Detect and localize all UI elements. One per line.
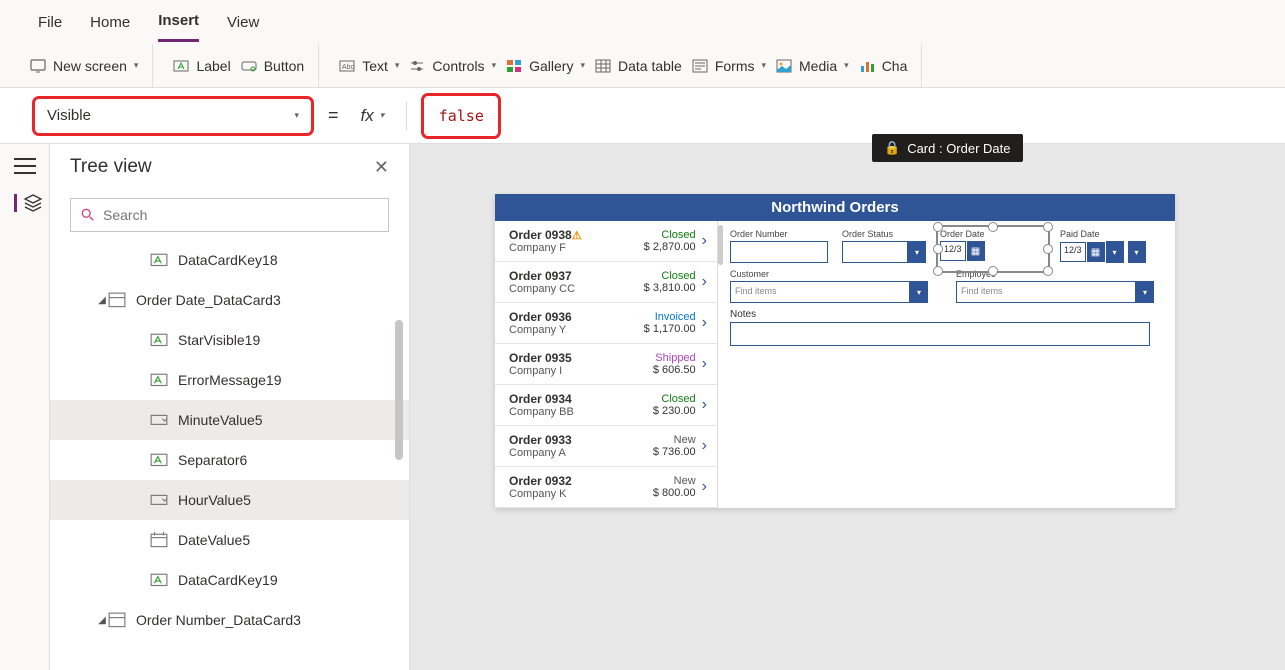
label-icon [173, 59, 189, 73]
card-icon [108, 612, 126, 628]
table-icon [595, 59, 611, 73]
scrollbar-thumb[interactable] [395, 320, 403, 460]
left-rail [0, 144, 50, 670]
text-icon [150, 452, 168, 468]
tree-item[interactable]: ◢Order Date_DataCard3 [50, 280, 409, 320]
fx-button[interactable]: fx▾ [353, 106, 393, 126]
menu-home[interactable]: Home [90, 4, 130, 41]
label-order-number: Order Number [730, 229, 828, 239]
charts-icon [859, 59, 875, 73]
tree-item[interactable]: DataCardKey19 [50, 560, 409, 600]
hamburger-icon[interactable] [14, 158, 36, 174]
gallery-icon [506, 59, 522, 73]
text-button[interactable]: Abc Text▾ [339, 58, 399, 74]
controls-button[interactable]: Controls▾ [409, 58, 496, 74]
tree-item[interactable]: DataCardKey18 [50, 240, 409, 280]
lock-icon: 🔒 [884, 140, 900, 156]
controls-icon [409, 59, 425, 73]
chevron-down-icon: ▾ [294, 110, 299, 121]
tree-item[interactable]: StarVisible19 [50, 320, 409, 360]
list-item[interactable]: Order 0935Company IShipped$ 606.50› [495, 344, 717, 385]
card-icon [108, 292, 126, 308]
tree-view-icon[interactable] [14, 194, 36, 212]
app-frame: Northwind Orders Order 0938⚠Company FClo… [495, 194, 1175, 508]
paid-date-value[interactable]: 12/3 [1060, 242, 1086, 262]
property-dropdown[interactable]: Visible ▾ [32, 96, 314, 136]
tree-item[interactable]: ◢Order Number_DataCard3 [50, 600, 409, 640]
forms-icon [692, 59, 708, 73]
canvas[interactable]: Northwind Orders Order 0938⚠Company FClo… [410, 144, 1285, 670]
button-button[interactable]: Button [241, 58, 304, 74]
media-icon [776, 59, 792, 73]
datatable-button[interactable]: Data table [595, 58, 682, 74]
svg-text:Abc: Abc [342, 64, 355, 71]
equals-label: = [328, 105, 339, 126]
tree-title: Tree view [70, 156, 152, 178]
notes-input[interactable] [730, 322, 1150, 346]
date-icon [150, 532, 168, 548]
order-number-input[interactable] [730, 241, 828, 263]
chevron-right-icon: › [702, 355, 707, 373]
order-status-dropdown[interactable]: ▾ [842, 241, 926, 263]
list-item[interactable]: Order 0938⚠Company FClosed$ 2,870.00› [495, 221, 717, 262]
text-icon [150, 572, 168, 588]
search-icon [81, 208, 95, 222]
close-icon[interactable]: ✕ [374, 157, 389, 178]
text-icon: Abc [339, 59, 355, 73]
hour-dropdown[interactable]: ▾ [1106, 241, 1124, 263]
detail-form: Order Number Order Status▾ Order Date 12… [718, 221, 1175, 508]
menu-bar: File Home Insert View [0, 0, 1285, 44]
app-title: Northwind Orders [495, 194, 1175, 221]
label-order-status: Order Status [842, 229, 926, 239]
fx-icon: fx [361, 106, 374, 126]
label-notes: Notes [730, 309, 1163, 320]
menu-insert[interactable]: Insert [158, 2, 199, 42]
chevron-right-icon: › [702, 273, 707, 291]
screen-icon [30, 59, 46, 73]
employee-dropdown[interactable]: Find items▾ [956, 281, 1154, 303]
list-item[interactable]: Order 0934Company BBClosed$ 230.00› [495, 385, 717, 426]
chevron-right-icon: › [702, 396, 707, 414]
tree-panel: Tree view ✕ DataCardKey18◢Order Date_Dat… [50, 144, 410, 670]
tree-item[interactable]: MinuteValue5 [50, 400, 409, 440]
list-item[interactable]: Order 0933Company ANew$ 736.00› [495, 426, 717, 467]
menu-file[interactable]: File [38, 4, 62, 41]
text-icon [150, 372, 168, 388]
selection-tooltip: 🔒 Card : Order Date [872, 134, 1023, 162]
toolbar: New screen▾ Label Button Abc Text▾ Contr… [0, 44, 1285, 88]
chevron-right-icon: › [702, 478, 707, 496]
list-item[interactable]: Order 0932Company KNew$ 800.00› [495, 467, 717, 508]
text-icon [150, 332, 168, 348]
formula-bar: Visible ▾ = fx▾ false [0, 88, 1285, 144]
calendar-icon[interactable]: ▦ [1087, 242, 1105, 262]
menu-view[interactable]: View [227, 4, 259, 41]
media-button[interactable]: Media▾ [776, 58, 849, 74]
chevron-right-icon: › [702, 437, 707, 455]
charts-button[interactable]: Cha [859, 58, 908, 74]
tree-item[interactable]: Separator6 [50, 440, 409, 480]
formula-input[interactable]: false [421, 93, 501, 139]
selected-card-outline[interactable] [936, 225, 1050, 273]
tree-item[interactable]: DateValue5 [50, 520, 409, 560]
gallery-button[interactable]: Gallery▾ [506, 58, 585, 74]
tree-item[interactable]: HourValue5 [50, 480, 409, 520]
dropdown-icon [150, 412, 168, 428]
search-input[interactable] [70, 198, 389, 232]
chevron-right-icon: › [702, 314, 707, 332]
forms-button[interactable]: Forms▾ [692, 58, 766, 74]
chevron-right-icon: › [702, 232, 707, 250]
order-gallery[interactable]: Order 0938⚠Company FClosed$ 2,870.00›Ord… [495, 221, 718, 508]
customer-dropdown[interactable]: Find items▾ [730, 281, 928, 303]
text-icon [150, 252, 168, 268]
list-item[interactable]: Order 0937Company CCClosed$ 3,810.00› [495, 262, 717, 303]
label-paid-date: Paid Date [1060, 229, 1150, 239]
list-item[interactable]: Order 0936Company YInvoiced$ 1,170.00› [495, 303, 717, 344]
label-customer: Customer [730, 269, 928, 279]
tree-item[interactable]: ErrorMessage19 [50, 360, 409, 400]
dropdown-icon [150, 492, 168, 508]
label-button[interactable]: Label [173, 58, 230, 74]
new-screen-button[interactable]: New screen▾ [30, 58, 138, 74]
button-icon [241, 59, 257, 73]
minute-dropdown[interactable]: ▾ [1128, 241, 1146, 263]
